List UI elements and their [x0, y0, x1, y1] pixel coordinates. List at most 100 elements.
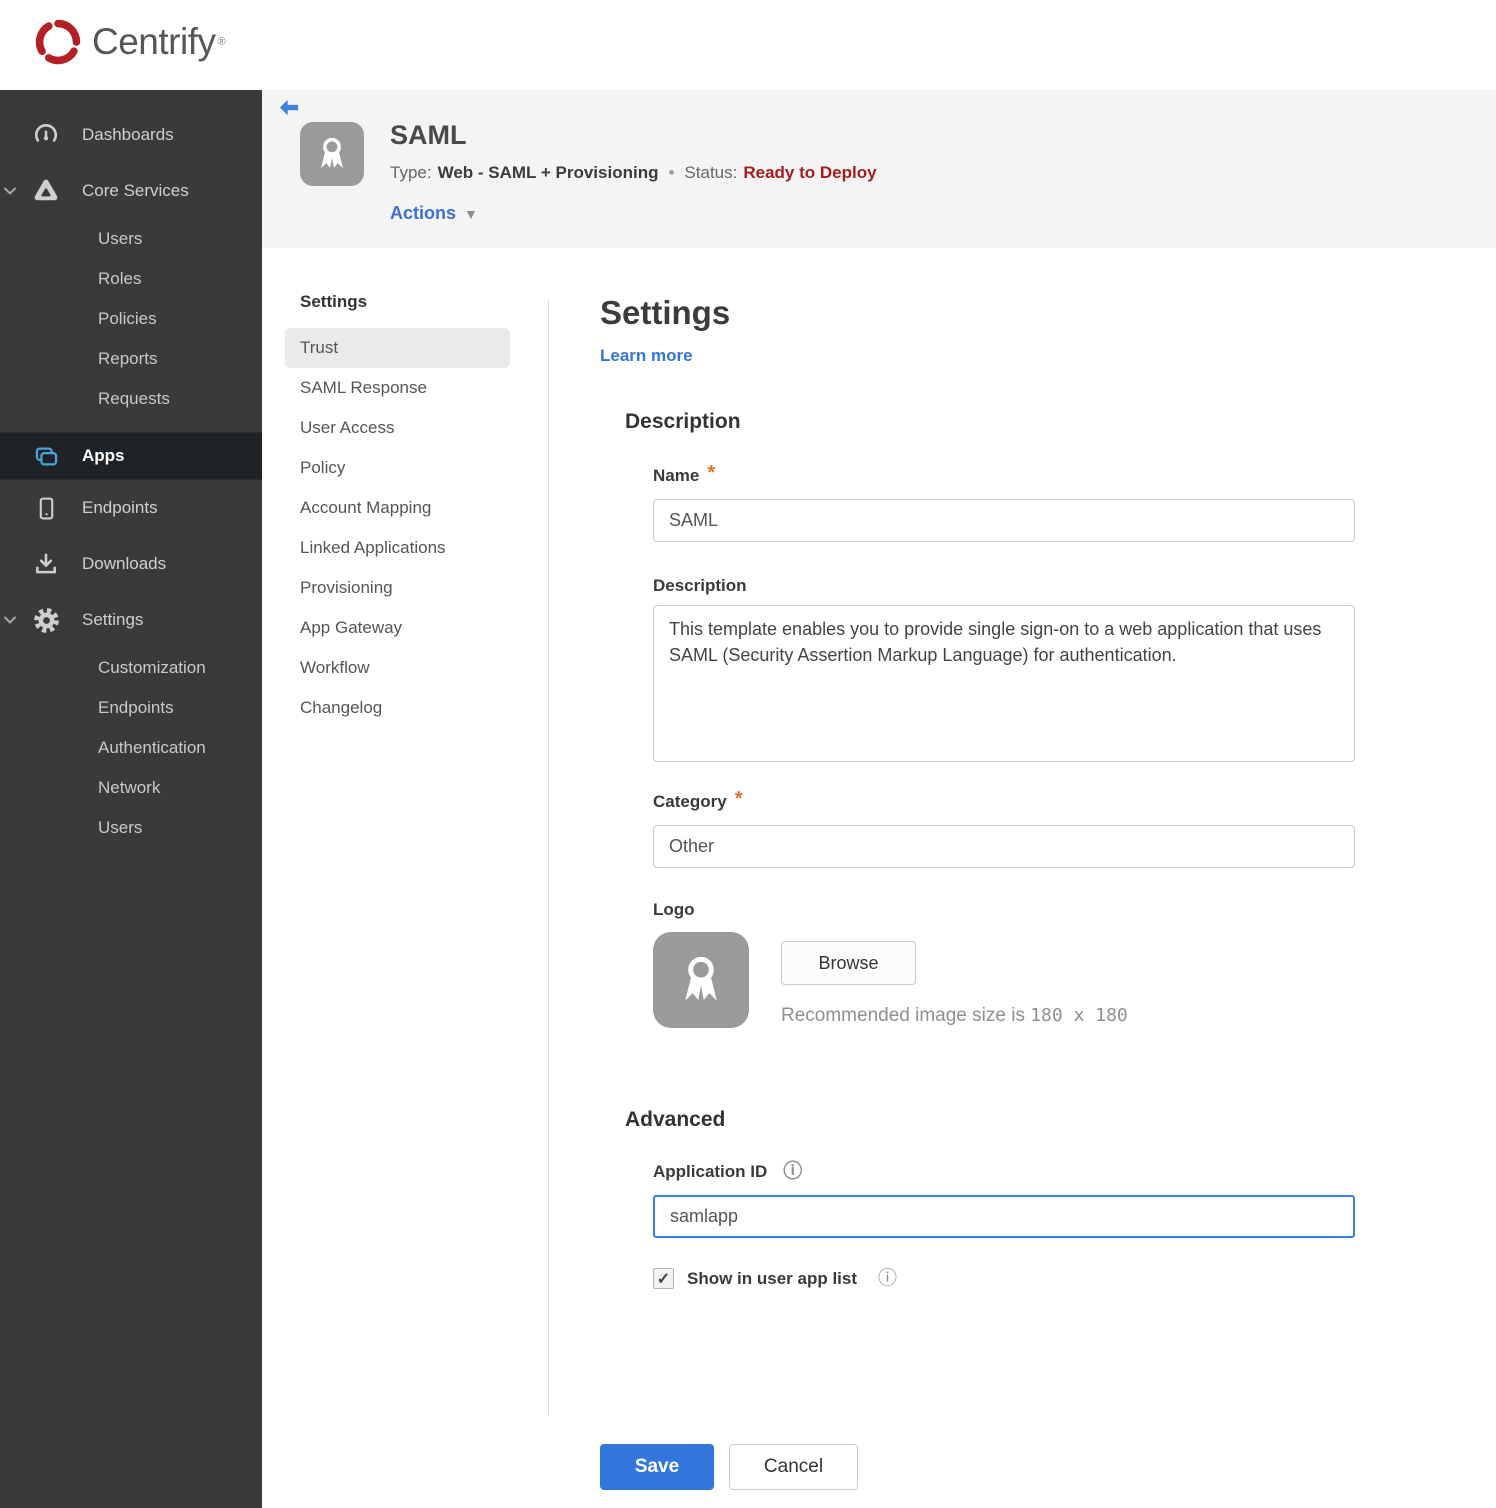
category-label: Category — [653, 792, 727, 811]
sidebar-item-settings-users[interactable]: Users — [0, 808, 262, 848]
category-field[interactable] — [653, 825, 1355, 868]
logo-size-hint: Recommended image size is 180 x 180 — [781, 1005, 1128, 1027]
sidebar-item-authentication[interactable]: Authentication — [0, 728, 262, 768]
sidebar-item-label: Network — [98, 778, 161, 797]
sidebar-item-label: Settings — [82, 610, 144, 629]
sidebar-item-network[interactable]: Network — [0, 768, 262, 808]
sidebar-item-label: Users — [98, 229, 143, 248]
info-icon[interactable]: ⓘ — [783, 1162, 802, 1181]
sidebar-item-settings[interactable]: Settings — [0, 592, 262, 648]
cancel-button[interactable]: Cancel — [729, 1444, 858, 1490]
subnav-item-account-mapping[interactable]: Account Mapping — [285, 488, 510, 528]
app-title: SAML — [390, 120, 467, 150]
apps-icon — [32, 442, 60, 470]
sidebar-item-reports[interactable]: Reports — [0, 339, 262, 379]
learn-more-link[interactable]: Learn more — [600, 346, 693, 366]
sidebar-item-endpoints[interactable]: Endpoints — [0, 480, 262, 536]
sidebar-item-core-services[interactable]: Core Services — [0, 163, 262, 219]
name-field[interactable] — [653, 499, 1355, 542]
ribbon-icon — [685, 956, 717, 1001]
settings-subnav: Settings Trust SAML Response User Access… — [285, 292, 510, 728]
subnav-title: Settings — [300, 292, 368, 311]
show-in-app-list-checkbox[interactable]: ✓ — [653, 1268, 674, 1289]
sidebar-item-dashboards[interactable]: Dashboards — [0, 107, 262, 163]
category-label-row: Category * — [653, 789, 1360, 812]
sidebar-item-label: Roles — [98, 269, 142, 288]
type-label: Type: — [390, 163, 432, 182]
sidebar-item-label: Authentication — [98, 738, 206, 757]
required-asterisk: * — [707, 462, 716, 484]
core-services-icon — [32, 177, 60, 205]
chevron-down-icon — [4, 612, 20, 628]
caret-down-icon: ▼ — [464, 205, 478, 222]
form-actions: Save Cancel — [600, 1444, 1360, 1490]
sidebar-item-policies[interactable]: Policies — [0, 299, 262, 339]
sidebar-item-label: Reports — [98, 349, 158, 368]
sidebar-item-downloads[interactable]: Downloads — [0, 536, 262, 592]
top-bar: Centrify ® — [0, 0, 1496, 90]
actions-dropdown[interactable]: Actions ▼ — [390, 203, 478, 224]
sidebar-item-label: Core Services — [82, 181, 189, 200]
logo-row: Browse Recommended image size is 180 x 1… — [653, 932, 1360, 1028]
description-section-heading: Description — [625, 410, 741, 433]
settings-form: Settings Learn more Description Name * D… — [600, 248, 1360, 1490]
page-title: Settings — [600, 294, 731, 331]
subnav-item-saml-response[interactable]: SAML Response — [285, 368, 510, 408]
sidebar-item-customization[interactable]: Customization — [0, 648, 262, 688]
sidebar-item-requests[interactable]: Requests — [0, 379, 262, 419]
brand-name: Centrify — [92, 21, 216, 62]
sidebar: Dashboards Core Services Users Roles Pol… — [0, 90, 262, 1508]
sidebar-item-settings-endpoints[interactable]: Endpoints — [0, 688, 262, 728]
status-label: Status: — [684, 163, 738, 182]
subnav-item-user-access[interactable]: User Access — [285, 408, 510, 448]
subnav-item-app-gateway[interactable]: App Gateway — [285, 608, 510, 648]
description-field[interactable]: This template enables you to provide sin… — [653, 605, 1355, 762]
type-value: Web - SAML + Provisioning — [437, 163, 659, 182]
info-icon[interactable]: ⓘ — [878, 1269, 897, 1288]
back-arrow-icon[interactable] — [278, 98, 300, 118]
save-button[interactable]: Save — [600, 1444, 714, 1490]
name-label: Name — [653, 466, 700, 485]
subnav-item-linked-applications[interactable]: Linked Applications — [285, 528, 510, 568]
status-badge: Ready to Deploy — [743, 163, 877, 182]
content-area: Settings Trust SAML Response User Access… — [262, 248, 1496, 1508]
subnav-item-provisioning[interactable]: Provisioning — [285, 568, 510, 608]
ribbon-icon — [320, 137, 344, 169]
subnav-item-policy[interactable]: Policy — [285, 448, 510, 488]
sidebar-item-label: Dashboards — [82, 125, 174, 144]
sidebar-item-label: Apps — [82, 446, 125, 465]
subnav-item-changelog[interactable]: Changelog — [285, 688, 510, 728]
sidebar-item-label: Customization — [98, 658, 206, 677]
logo-label: Logo — [653, 900, 695, 919]
sidebar-item-apps[interactable]: Apps — [0, 432, 262, 480]
sidebar-item-label: Endpoints — [98, 698, 174, 717]
advanced-section-heading: Advanced — [625, 1108, 726, 1131]
vertical-divider — [548, 300, 549, 1415]
logo-preview — [653, 932, 749, 1028]
logo-label-row: Logo — [653, 900, 1360, 920]
sidebar-item-label: Users — [98, 818, 143, 837]
logo-hint-text: Recommended image size is — [781, 1005, 1031, 1026]
app-logo — [300, 122, 364, 186]
application-id-label: Application ID — [653, 1162, 768, 1181]
subnav-item-trust[interactable]: Trust — [285, 328, 510, 368]
app-header: SAML Type: Web - SAML + Provisioning • S… — [262, 90, 1496, 248]
download-icon — [32, 550, 60, 578]
sidebar-item-users[interactable]: Users — [0, 219, 262, 259]
application-id-field[interactable] — [653, 1195, 1355, 1238]
sidebar-item-roles[interactable]: Roles — [0, 259, 262, 299]
description-label-row: Description — [653, 576, 1360, 596]
application-id-label-row: Application ID ⓘ — [653, 1162, 1360, 1182]
logo-hint-size: 180 x 180 — [1030, 1005, 1128, 1026]
browse-button[interactable]: Browse — [781, 941, 916, 985]
centrify-swirl-icon — [35, 19, 81, 65]
sidebar-item-label: Requests — [98, 389, 170, 408]
description-label: Description — [653, 576, 747, 595]
actions-label: Actions — [390, 203, 457, 223]
gear-icon — [32, 606, 60, 634]
sidebar-item-label: Downloads — [82, 554, 167, 573]
subnav-item-workflow[interactable]: Workflow — [285, 648, 510, 688]
sidebar-item-label: Endpoints — [82, 498, 158, 517]
chevron-down-icon — [4, 183, 20, 199]
